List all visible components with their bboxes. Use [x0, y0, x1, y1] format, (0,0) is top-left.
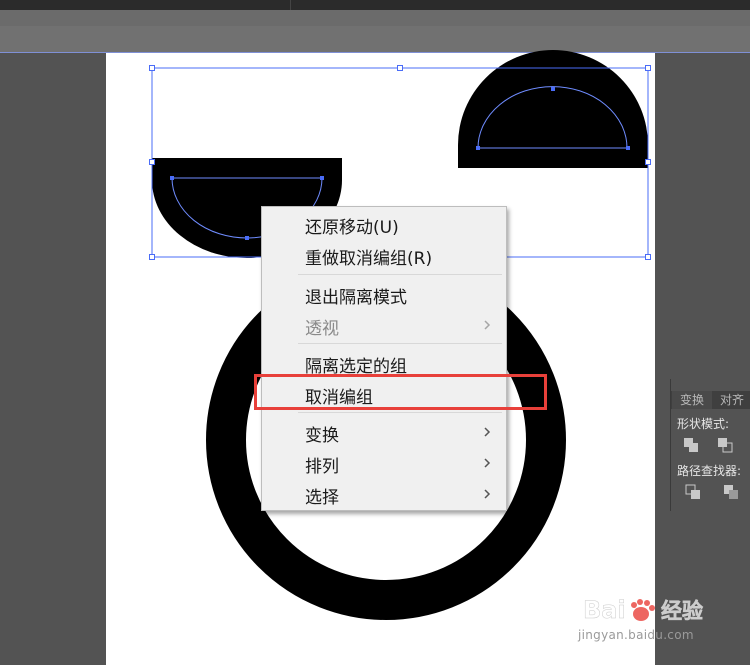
anchor-point: [245, 236, 249, 240]
menu-item-label: 变换: [305, 426, 339, 446]
handle-top-center: [397, 65, 403, 71]
ungroup-highlight-box: [254, 374, 547, 410]
menu-item-label: 还原移动(U): [305, 218, 399, 238]
trim-icon[interactable]: [723, 484, 739, 500]
handle-middle-right: [645, 159, 651, 165]
handle-bottom-right: [645, 254, 651, 260]
menu-item-undo-move[interactable]: 还原移动(U): [262, 209, 506, 239]
tab-transform[interactable]: 变换: [672, 391, 712, 409]
pathfinder-label: 路径查找器:: [677, 464, 742, 478]
chevron-right-icon: [484, 427, 491, 437]
anchor-point: [320, 176, 324, 180]
menu-item-label: 选择: [305, 488, 339, 508]
handle-top-right: [645, 65, 651, 71]
menu-separator: [298, 343, 502, 344]
menu-item-label: 透视: [305, 319, 339, 339]
minus-front-icon[interactable]: [717, 437, 733, 453]
tab-align[interactable]: 对齐: [713, 391, 750, 409]
shape-modes-label: 形状模式:: [677, 417, 730, 431]
context-menu: 还原移动(U) 重做取消编组(R) 退出隔离模式 透视 隔离选定的组 取消编组 …: [261, 206, 507, 511]
anchor-point: [170, 176, 174, 180]
menu-item-arrange[interactable]: 排列: [262, 448, 506, 478]
menu-item-perspective: 透视: [262, 310, 506, 340]
divide-icon[interactable]: [685, 484, 701, 500]
chevron-right-icon: [484, 320, 491, 330]
chevron-right-icon: [484, 458, 491, 468]
svg-text:Bai: Bai: [583, 596, 626, 624]
watermark-url: jingyan.baidu.com: [578, 628, 694, 642]
transform-align-pathfinder-panel: 变换 对齐 形状模式: 路径查找器:: [670, 379, 750, 511]
menu-item-label: 排列: [305, 457, 339, 477]
anchor-point: [551, 87, 555, 91]
baidu-jingyan-logo: Bai 经验: [583, 596, 703, 624]
svg-text:经验: 经验: [661, 599, 703, 623]
panel-tab-bar: 变换 对齐: [671, 391, 750, 409]
menu-item-exit-isolation-mode[interactable]: 退出隔离模式: [262, 279, 506, 309]
menu-item-label: 退出隔离模式: [305, 288, 407, 308]
menu-separator: [298, 412, 502, 413]
menu-item-select[interactable]: 选择: [262, 479, 506, 509]
handle-top-left: [149, 65, 155, 71]
handle-bottom-left: [149, 254, 155, 260]
chevron-right-icon: [484, 489, 491, 499]
menu-separator: [298, 274, 502, 275]
menu-item-redo-ungroup[interactable]: 重做取消编组(R): [262, 240, 506, 270]
menu-item-label: 重做取消编组(R): [305, 249, 433, 269]
anchor-point: [476, 146, 480, 150]
unite-icon[interactable]: [683, 437, 699, 453]
anchor-point: [626, 146, 630, 150]
handle-middle-left: [149, 159, 155, 165]
menu-item-transform[interactable]: 变换: [262, 417, 506, 447]
